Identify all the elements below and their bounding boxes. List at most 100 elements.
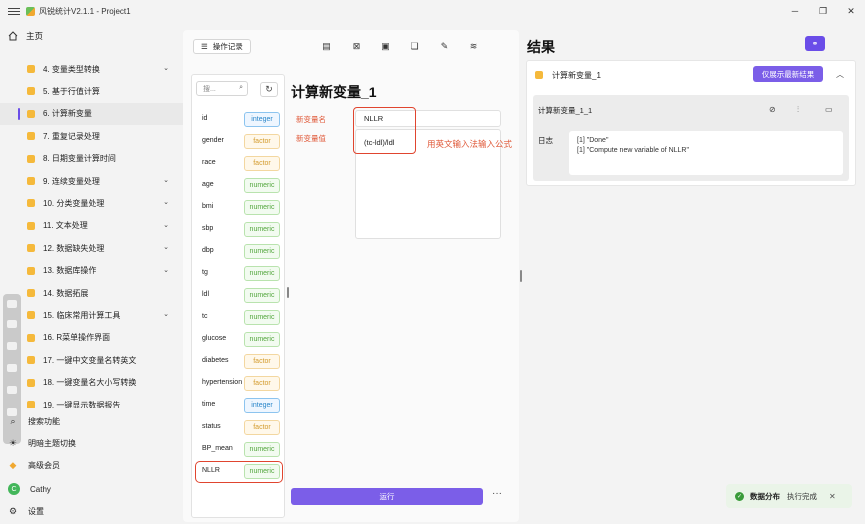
close-button[interactable]: ✕ [837,0,865,22]
splitter-handle[interactable] [287,287,289,298]
database-icon[interactable]: ≋ [468,41,479,52]
variable-item[interactable]: dbp numeric [196,242,282,262]
variable-type-badge[interactable]: numeric [244,178,280,193]
sidebar-theme-toggle[interactable]: ☀ 明暗主题切换 [8,438,76,449]
variable-item[interactable]: race factor [196,154,282,174]
variable-item[interactable]: bmi numeric [196,198,282,218]
dock-icon[interactable] [7,320,17,328]
dock-icon[interactable] [7,300,17,308]
refresh-button[interactable]: ↻ [260,82,278,97]
excel-icon[interactable]: ⊠ [351,41,362,52]
tools-icon[interactable]: ✎ [439,41,450,52]
variable-type-badge[interactable]: numeric [244,222,280,237]
sidebar-home[interactable]: 主页 [8,30,43,42]
sidebar-item[interactable]: 19. 一键显示数据报告 [0,394,183,408]
variable-type-badge[interactable]: numeric [244,200,280,215]
sidebar-vip[interactable]: ◆ 高级会员 [8,460,60,471]
variable-item[interactable]: glucose numeric [196,330,282,350]
chevron-down-icon[interactable]: ⌄ [162,267,170,275]
toast-close-button[interactable]: ✕ [829,492,836,501]
variable-item[interactable]: BP_mean numeric [196,440,282,460]
variable-name: status [202,423,221,430]
variable-item[interactable]: diabetes factor [196,352,282,372]
variable-type-badge[interactable]: numeric [244,310,280,325]
variable-item[interactable]: age numeric [196,176,282,196]
sidebar-item[interactable]: 10. 分类变量处理 ⌄ [0,192,183,214]
import-icon[interactable]: ▤ [321,41,332,52]
variable-type-badge[interactable]: numeric [244,442,280,457]
variable-item[interactable]: hypertension factor [196,374,282,394]
copy-icon[interactable]: ❏ [409,41,420,52]
folder-icon[interactable]: ▭ [825,105,833,114]
sidebar-item[interactable]: 8. 日期变量计算时间 [0,148,183,170]
variable-item[interactable]: tc numeric [196,308,282,328]
home-label: 主页 [26,31,44,41]
variable-item[interactable]: tg numeric [196,264,282,284]
variable-item[interactable]: ldl numeric [196,286,282,306]
variable-type-badge[interactable]: numeric [244,244,280,259]
link-button[interactable]: ⚭ [805,36,825,51]
sidebar-user[interactable]: C Cathy [8,483,51,495]
variable-type-badge[interactable]: factor [244,156,280,171]
chevron-down-icon[interactable]: ⌄ [162,65,170,73]
sidebar-item[interactable]: 5. 基于行值计算 [0,80,183,102]
sidebar: 主页 4. 变量类型转换 ⌄ 5. 基于行值计算 6. 计算新变量 7. 重复记录处理 8… [0,22,183,524]
sidebar-item[interactable]: 4. 变量类型转换 ⌄ [0,58,183,80]
sidebar-item[interactable]: 6. 计算新变量 [0,102,183,125]
variable-name: gender [202,137,224,144]
save-icon[interactable]: ▣ [380,41,391,52]
chevron-down-icon[interactable]: ⌄ [162,177,170,185]
variable-item[interactable]: NLLR numeric [195,461,283,483]
variable-type-badge[interactable]: numeric [244,288,280,303]
chevron-down-icon[interactable]: ⌄ [162,222,170,230]
variable-item[interactable]: gender factor [196,132,282,152]
dock-icon[interactable] [7,364,17,372]
chevron-down-icon[interactable]: ⌄ [162,311,170,319]
sidebar-item[interactable]: 13. 数据库操作 ⌄ [0,260,183,282]
variable-type-badge[interactable]: factor [244,420,280,435]
variable-search-input[interactable]: 搜... ⌕ [196,81,248,96]
run-button[interactable]: 运行 [291,488,483,505]
sidebar-item[interactable]: 9. 连续变量处理 ⌄ [0,170,183,192]
variable-type-badge[interactable]: numeric [244,464,280,479]
chart-icon[interactable]: ⫶ [797,105,799,115]
more-options-button[interactable]: ··· [492,488,502,499]
sidebar-item[interactable]: 16. R菜单操作界面 [0,327,183,349]
sidebar-item[interactable]: 18. 一键变量名大小写转换 [0,372,183,394]
variable-type-badge[interactable]: numeric [244,266,280,281]
minimize-button[interactable]: ─ [781,0,809,22]
variable-item[interactable]: sbp numeric [196,220,282,240]
show-latest-button[interactable]: 仅展示最新结果 [753,66,823,82]
variable-type-badge[interactable]: factor [244,134,280,149]
app-logo-icon [26,6,35,16]
variable-item[interactable]: time integer [196,396,282,416]
diamond-icon: ◆ [9,460,17,470]
variable-item[interactable]: status factor [196,418,282,438]
sidebar-item[interactable]: 15. 临床常用计算工具 ⌄ [0,304,183,326]
sidebar-item[interactable]: 17. 一键中文变量名转英文 [0,349,183,371]
variable-type-badge[interactable]: numeric [244,332,280,347]
sidebar-search[interactable]: ⌕ 搜索功能 [8,416,60,427]
maximize-button[interactable]: ❐ [809,0,837,22]
sidebar-item[interactable]: 14. 数据拓展 [0,282,183,304]
history-button[interactable]: ☰ 操作记录 [193,39,251,54]
variable-item[interactable]: id integer [196,110,282,130]
dock-icon[interactable] [7,342,17,350]
dock-icon[interactable] [7,408,17,416]
chevron-up-icon[interactable]: ︿ [836,69,844,80]
sidebar-settings[interactable]: ⚙ 设置 [8,506,44,517]
sidebar-item[interactable]: 12. 数据缺失处理 ⌄ [0,237,183,259]
menu-icon[interactable] [8,7,20,15]
hide-icon[interactable]: ⊘ [769,105,776,114]
variable-type-badge[interactable]: factor [244,376,280,391]
variable-type-badge[interactable]: integer [244,112,280,127]
sidebar-item[interactable]: 7. 重复记录处理 [0,125,183,147]
variable-type-badge[interactable]: integer [244,398,280,413]
chevron-down-icon[interactable]: ⌄ [162,199,170,207]
sidebar-item[interactable]: 11. 文本处理 ⌄ [0,215,183,237]
dock-icon[interactable] [7,386,17,394]
chevron-down-icon[interactable]: ⌄ [162,244,170,252]
variable-type-badge[interactable]: factor [244,354,280,369]
panel-divider[interactable] [520,270,522,282]
log-output: [1] "Done" [1] "Compute new variable of … [569,131,843,175]
